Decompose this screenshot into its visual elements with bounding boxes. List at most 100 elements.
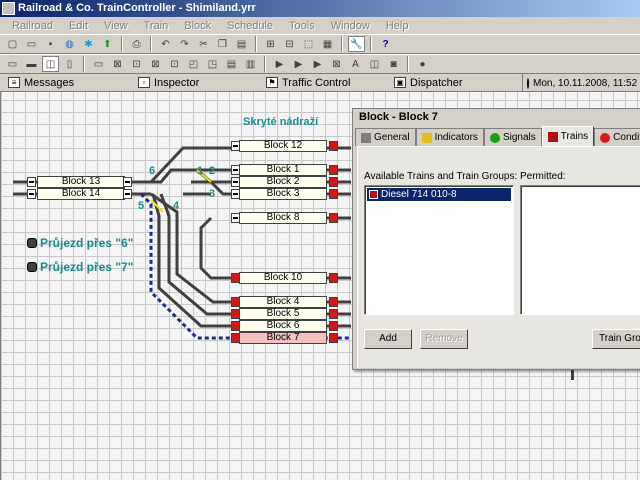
signal-icon[interactable]	[231, 141, 240, 151]
route-button-6[interactable]: Průjezd přes "6"	[27, 236, 133, 250]
tab-inspector[interactable]: ▫ Inspector	[130, 74, 258, 92]
signal-icon[interactable]	[27, 189, 36, 199]
tab-indicators[interactable]: Indicators	[415, 128, 484, 146]
train-group-button[interactable]: Train Grou	[592, 329, 640, 349]
block-6[interactable]: Block 6	[239, 320, 327, 332]
tunnel-icon[interactable]: ▥	[242, 56, 259, 72]
signal-icon[interactable]	[231, 321, 240, 331]
menu-help[interactable]: Help	[378, 20, 417, 32]
add-button[interactable]: Add	[364, 329, 412, 349]
menu-train[interactable]: Train	[136, 20, 177, 32]
contact-icon[interactable]: ▶	[290, 56, 307, 72]
menu-schedule[interactable]: Schedule	[219, 20, 281, 32]
new-file-icon[interactable]: ▢	[4, 36, 21, 52]
menu-window[interactable]: Window	[323, 20, 378, 32]
signal-icon[interactable]	[329, 273, 338, 283]
signal-icon[interactable]	[231, 333, 240, 343]
signal-icon[interactable]	[123, 189, 132, 199]
select-icon[interactable]: ⬚	[300, 36, 317, 52]
button-icon[interactable]: ▶	[309, 56, 326, 72]
permitted-trains-list[interactable]	[520, 185, 640, 315]
signal-icon[interactable]	[329, 333, 338, 343]
gear-icon[interactable]: ✱	[80, 36, 97, 52]
signal-icon[interactable]	[123, 177, 132, 187]
route-icon[interactable]: ◫	[42, 56, 59, 72]
turntable-icon[interactable]: ⊠	[147, 56, 164, 72]
bridge-icon[interactable]: ▤	[223, 56, 240, 72]
decoration-icon[interactable]: ◫	[366, 56, 383, 72]
block-3[interactable]: Block 3	[239, 188, 327, 200]
print-icon[interactable]: ⎙	[128, 36, 145, 52]
signal-icon[interactable]	[27, 177, 36, 187]
signal-icon[interactable]	[329, 165, 338, 175]
tab-messages[interactable]: ≡ Messages	[0, 74, 130, 92]
signal-icon[interactable]	[329, 321, 338, 331]
double-slip-icon[interactable]: ⊡	[166, 56, 183, 72]
block-7[interactable]: Block 7	[239, 332, 327, 344]
block-14[interactable]: Block 14	[37, 188, 125, 200]
signal-icon[interactable]	[329, 297, 338, 307]
block-4[interactable]: Block 4	[239, 296, 327, 308]
block-5[interactable]: Block 5	[239, 308, 327, 320]
wrench-icon[interactable]: 🔧	[348, 36, 365, 52]
train-icon[interactable]: ▭	[4, 56, 21, 72]
block-icon[interactable]: ▯	[61, 56, 78, 72]
indicator-icon[interactable]: ⊠	[328, 56, 345, 72]
copy-icon[interactable]: ❐	[214, 36, 231, 52]
menu-edit[interactable]: Edit	[61, 20, 96, 32]
block-2[interactable]: Block 2	[239, 176, 327, 188]
block-13[interactable]: Block 13	[37, 176, 125, 188]
crossing-icon[interactable]: ⊡	[128, 56, 145, 72]
switch-icon[interactable]: ⊠	[109, 56, 126, 72]
signal-icon[interactable]	[231, 165, 240, 175]
lamp-icon[interactable]: ◙	[385, 56, 402, 72]
signal-icon[interactable]	[231, 189, 240, 199]
route-button-7[interactable]: Průjezd přes "7"	[27, 260, 133, 274]
signal-icon[interactable]	[231, 273, 240, 283]
menu-railroad[interactable]: Railroad	[4, 20, 61, 32]
signal-icon[interactable]	[329, 213, 338, 223]
track-icon[interactable]: ▭	[90, 56, 107, 72]
signal-icon[interactable]	[231, 213, 240, 223]
grid-icon[interactable]: ⊟	[281, 36, 298, 52]
menu-block[interactable]: Block	[176, 20, 219, 32]
tab-traffic-control[interactable]: ⚑ Traffic Control	[258, 74, 386, 92]
undo-icon[interactable]: ↶	[157, 36, 174, 52]
remove-button[interactable]: Remove	[420, 329, 468, 349]
align-icon[interactable]: ⊞	[262, 36, 279, 52]
signal-icon[interactable]	[329, 189, 338, 199]
redo-icon[interactable]: ↷	[176, 36, 193, 52]
properties-icon[interactable]: ▦	[319, 36, 336, 52]
block-1[interactable]: Block 1	[239, 164, 327, 176]
cut-icon[interactable]: ✂	[195, 36, 212, 52]
signal-icon[interactable]: ▶	[271, 56, 288, 72]
curve-icon[interactable]: ◰	[185, 56, 202, 72]
block-12[interactable]: Block 12	[239, 140, 327, 152]
block-10[interactable]: Block 10	[239, 272, 327, 284]
open-folder-icon[interactable]: ▭	[23, 36, 40, 52]
loco-icon[interactable]: ▬	[23, 56, 40, 72]
block-8[interactable]: Block 8	[239, 212, 327, 224]
tab-general[interactable]: General	[355, 128, 416, 146]
tab-signals[interactable]: Signals	[483, 128, 542, 146]
available-trains-list[interactable]: Diesel 714 010-8	[364, 185, 514, 315]
menu-view[interactable]: View	[96, 20, 136, 32]
tab-dispatcher[interactable]: ▣ Dispatcher	[386, 74, 518, 92]
globe-icon[interactable]: ◍	[61, 36, 78, 52]
tab-condition[interactable]: Condition	[594, 128, 640, 146]
up-arrow-icon[interactable]: ⬆	[99, 36, 116, 52]
paste-icon[interactable]: ▤	[233, 36, 250, 52]
end-icon[interactable]: ◳	[204, 56, 221, 72]
signal-icon[interactable]	[231, 297, 240, 307]
signal-icon[interactable]	[231, 309, 240, 319]
help-icon[interactable]: ?	[377, 36, 394, 52]
signal-icon[interactable]	[231, 177, 240, 187]
signal-icon[interactable]	[329, 177, 338, 187]
tab-trains[interactable]: Trains	[541, 126, 595, 146]
record-icon[interactable]: ●	[414, 56, 431, 72]
text-icon[interactable]: A	[347, 56, 364, 72]
save-icon[interactable]: ▪	[42, 36, 59, 52]
signal-icon[interactable]	[329, 141, 338, 151]
menu-tools[interactable]: Tools	[281, 20, 323, 32]
signal-icon[interactable]	[329, 309, 338, 319]
